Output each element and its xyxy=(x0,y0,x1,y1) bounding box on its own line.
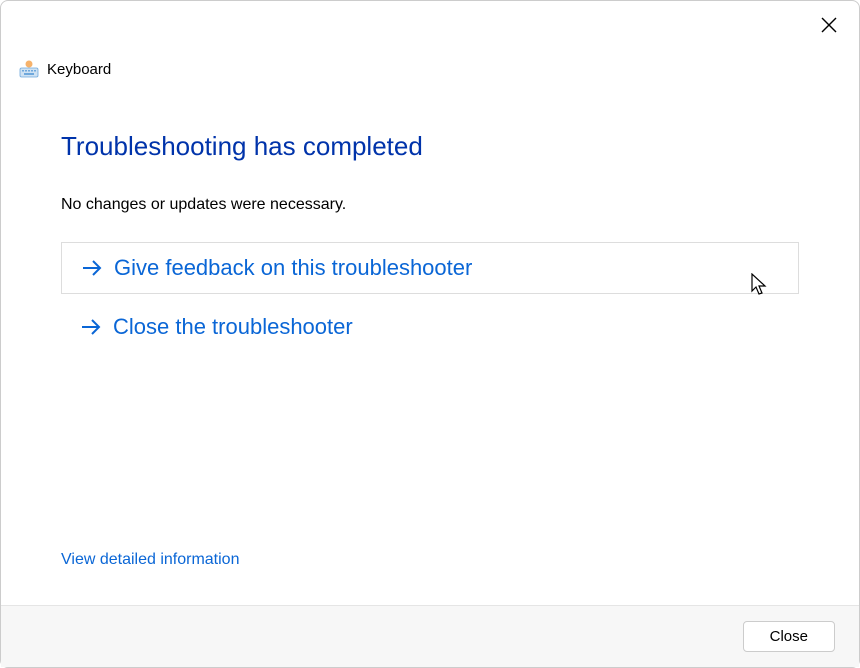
close-icon xyxy=(821,17,837,33)
page-heading: Troubleshooting has completed xyxy=(61,131,799,162)
close-troubleshooter-action[interactable]: Close the troubleshooter xyxy=(61,308,799,346)
titlebar: Keyboard xyxy=(1,1,859,91)
feedback-action-label: Give feedback on this troubleshooter xyxy=(114,255,472,281)
footer-bar: Close xyxy=(1,605,859,667)
content-area: Troubleshooting has completed No changes… xyxy=(1,131,859,346)
keyboard-icon xyxy=(19,59,39,79)
window-close-button[interactable] xyxy=(817,13,841,37)
arrow-right-icon xyxy=(79,315,103,339)
view-details-link[interactable]: View detailed information xyxy=(61,551,239,569)
header-row: Keyboard xyxy=(19,59,111,79)
status-text: No changes or updates were necessary. xyxy=(61,196,799,214)
window-title: Keyboard xyxy=(47,61,111,78)
close-troubleshooter-label: Close the troubleshooter xyxy=(113,314,353,340)
close-button[interactable]: Close xyxy=(743,621,835,652)
feedback-action[interactable]: Give feedback on this troubleshooter xyxy=(61,242,799,294)
arrow-right-icon xyxy=(80,256,104,280)
